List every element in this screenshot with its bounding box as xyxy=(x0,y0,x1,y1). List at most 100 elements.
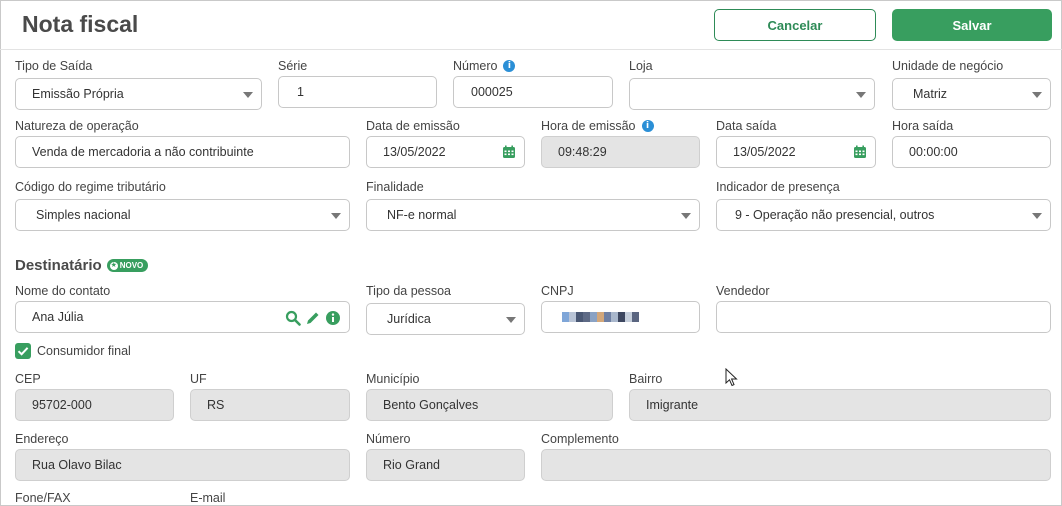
loja-select[interactable] xyxy=(629,78,875,110)
hora-emissao-label: Hora de emissão i xyxy=(541,119,654,133)
loja-label: Loja xyxy=(629,59,653,73)
regime-value: Simples nacional xyxy=(36,208,131,222)
search-icon[interactable] xyxy=(285,310,301,326)
star-icon: ★ xyxy=(109,261,118,270)
nome-contato-input[interactable]: Ana Júlia xyxy=(15,301,350,333)
cep-label: CEP xyxy=(15,372,41,386)
fone-label: Fone/FAX xyxy=(15,491,71,505)
municipio-value: Bento Gonçalves xyxy=(383,398,479,412)
check-icon xyxy=(17,347,29,356)
caret-down-icon xyxy=(856,92,866,98)
tipo-pessoa-select[interactable]: Jurídica xyxy=(366,303,525,335)
unidade-negocio-select[interactable]: Matriz xyxy=(892,78,1051,110)
bairro-label: Bairro xyxy=(629,372,663,386)
municipio-label: Município xyxy=(366,372,420,386)
complemento-input xyxy=(541,449,1051,481)
header-bar: Nota fiscal Cancelar Salvar xyxy=(0,0,1062,50)
data-emissao-input[interactable]: 13/05/2022 xyxy=(366,136,525,168)
destinatario-section-title: Destinatário ★ NOVO xyxy=(15,257,149,274)
cep-input: 95702-000 xyxy=(15,389,174,421)
numero-label-text: Número xyxy=(453,59,498,73)
endereco-value: Rua Olavo Bilac xyxy=(32,458,122,472)
hora-emissao-value: 09:48:29 xyxy=(558,145,607,159)
data-emissao-label: Data de emissão xyxy=(366,119,460,133)
vendedor-label: Vendedor xyxy=(716,284,770,298)
consumidor-final-checkbox[interactable] xyxy=(15,343,31,359)
endereco-label: Endereço xyxy=(15,432,69,446)
end-numero-value: Rio Grand xyxy=(383,458,440,472)
hora-emissao-label-text: Hora de emissão xyxy=(541,119,636,133)
uf-input: RS xyxy=(190,389,350,421)
bairro-value: Imigrante xyxy=(646,398,699,412)
destinatario-title-text: Destinatário xyxy=(15,257,102,274)
contact-actions xyxy=(285,310,341,326)
edit-pencil-icon[interactable] xyxy=(305,310,321,326)
complemento-label: Complemento xyxy=(541,432,619,446)
presenca-select[interactable]: 9 - Operação não presencial, outros xyxy=(716,199,1051,231)
caret-down-icon xyxy=(331,213,341,219)
presenca-value: 9 - Operação não presencial, outros xyxy=(735,208,935,222)
natureza-label: Natureza de operação xyxy=(15,119,139,133)
nome-contato-label: Nome do contato xyxy=(15,284,111,298)
tipo-saida-value: Emissão Própria xyxy=(32,87,124,101)
cnpj-redacted-value xyxy=(562,312,639,322)
data-saida-value: 13/05/2022 xyxy=(733,145,796,159)
data-saida-label: Data saída xyxy=(716,119,777,133)
finalidade-select[interactable]: NF-e normal xyxy=(366,199,700,231)
regime-select[interactable]: Simples nacional xyxy=(15,199,350,231)
uf-label: UF xyxy=(190,372,207,386)
hora-saida-value: 00:00:00 xyxy=(909,145,958,159)
bairro-input: Imigrante xyxy=(629,389,1051,421)
tipo-pessoa-value: Jurídica xyxy=(387,312,431,326)
calendar-icon[interactable] xyxy=(502,145,516,159)
email-label: E-mail xyxy=(190,491,226,505)
data-emissao-value: 13/05/2022 xyxy=(383,145,446,159)
vendedor-input[interactable] xyxy=(716,301,1051,333)
consumidor-final-label[interactable]: Consumidor final xyxy=(37,344,131,358)
serie-input[interactable]: 1 xyxy=(278,76,437,108)
tipo-saida-label: Tipo de Saída xyxy=(15,59,93,73)
caret-down-icon xyxy=(1032,92,1042,98)
finalidade-label: Finalidade xyxy=(366,180,424,194)
numero-value: 000025 xyxy=(471,85,513,99)
caret-down-icon xyxy=(1032,213,1042,219)
unidade-negocio-value: Matriz xyxy=(913,87,948,101)
hora-emissao-input: 09:48:29 xyxy=(541,136,700,168)
end-numero-input: Rio Grand xyxy=(366,449,525,481)
serie-value: 1 xyxy=(297,85,304,99)
cancel-button[interactable]: Cancelar xyxy=(714,9,876,41)
cnpj-label: CNPJ xyxy=(541,284,574,298)
info-icon[interactable]: i xyxy=(503,60,516,72)
regime-label: Código do regime tributário xyxy=(15,180,166,194)
page-title: Nota fiscal xyxy=(22,11,139,37)
calendar-icon[interactable] xyxy=(853,145,867,159)
tipo-saida-select[interactable]: Emissão Própria xyxy=(15,78,262,110)
mouse-cursor-icon xyxy=(725,368,738,387)
presenca-label: Indicador de presença xyxy=(716,180,840,194)
new-badge-text: NOVO xyxy=(119,261,144,270)
unidade-negocio-label: Unidade de negócio xyxy=(892,59,1004,73)
caret-down-icon xyxy=(506,317,516,323)
numero-label: Número i xyxy=(453,59,516,73)
info-circle-icon[interactable] xyxy=(325,310,341,326)
info-icon[interactable]: i xyxy=(641,120,654,132)
caret-down-icon xyxy=(681,213,691,219)
numero-input[interactable]: 000025 xyxy=(453,76,613,108)
cnpj-input[interactable] xyxy=(541,301,700,333)
end-numero-label: Número xyxy=(366,432,411,446)
nome-contato-value: Ana Júlia xyxy=(32,310,84,324)
natureza-input[interactable]: Venda de mercadoria a não contribuinte xyxy=(15,136,350,168)
hora-saida-input[interactable]: 00:00:00 xyxy=(892,136,1051,168)
tipo-pessoa-label: Tipo da pessoa xyxy=(366,284,452,298)
municipio-input: Bento Gonçalves xyxy=(366,389,613,421)
cep-value: 95702-000 xyxy=(32,398,92,412)
save-button[interactable]: Salvar xyxy=(892,9,1052,41)
serie-label: Série xyxy=(278,59,308,73)
natureza-value: Venda de mercadoria a não contribuinte xyxy=(32,145,254,159)
new-badge: ★ NOVO xyxy=(106,259,149,272)
caret-down-icon xyxy=(243,92,253,98)
hora-saida-label: Hora saída xyxy=(892,119,954,133)
finalidade-value: NF-e normal xyxy=(387,208,457,222)
uf-value: RS xyxy=(207,398,225,412)
data-saida-input[interactable]: 13/05/2022 xyxy=(716,136,876,168)
